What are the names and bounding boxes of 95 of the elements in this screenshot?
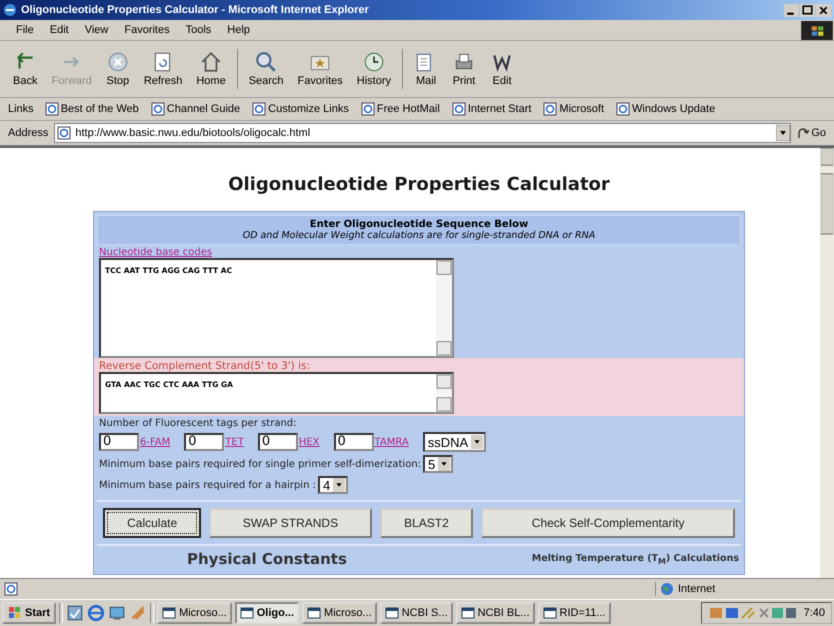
page-icon — [616, 102, 630, 116]
dye-link[interactable]: TET — [225, 436, 244, 448]
toolbar-button[interactable]: Back — [6, 49, 44, 89]
menu-item[interactable]: View — [76, 24, 116, 36]
minimize-icon[interactable] — [784, 4, 799, 16]
menu-item[interactable]: Help — [219, 24, 258, 36]
link-button[interactable]: Windows Update — [611, 102, 720, 116]
form-button[interactable]: Check Self-Complementarity — [481, 508, 735, 538]
tag-count-field[interactable]: 0 — [258, 433, 298, 451]
window-icon — [162, 606, 176, 620]
base-codes-link[interactable]: Nucleotide base codes — [99, 247, 212, 258]
browser-icon[interactable] — [87, 604, 106, 622]
page-icon — [452, 102, 466, 116]
page-title: Oligonucleotide Properties Calculator — [227, 174, 611, 195]
stop-icon — [106, 51, 130, 73]
hairpin-select[interactable]: 4 — [318, 476, 348, 494]
scrollbar-icon — [436, 260, 452, 356]
dye-link[interactable]: HEX — [298, 436, 320, 448]
link-button[interactable]: Channel Guide — [146, 102, 246, 116]
taskbar-button[interactable]: NCBI S... — [380, 602, 453, 624]
windows-logo-icon — [800, 20, 834, 40]
clock: 7:40 — [804, 607, 825, 619]
window-icon — [542, 606, 557, 620]
toolbar-button[interactable]: Favorites — [290, 49, 350, 89]
page-icon — [150, 102, 165, 116]
page-icon — [543, 102, 558, 116]
taskbar-button[interactable]: Microso... — [302, 602, 377, 624]
maximize-icon[interactable] — [800, 4, 815, 16]
toolbar-button[interactable]: Search — [242, 49, 291, 89]
page-scrollbar[interactable] — [820, 148, 834, 578]
physical-constants-heading: Physical Constants — [187, 550, 347, 568]
quick-launch-icon[interactable] — [66, 604, 84, 622]
page-icon — [252, 102, 266, 116]
form-button[interactable]: SWAP STRANDS — [209, 508, 372, 538]
start-button[interactable]: Start — [2, 602, 56, 624]
toolbar-button[interactable]: History — [350, 49, 398, 89]
history-icon — [362, 51, 386, 73]
tag-count-field[interactable]: 0 — [334, 433, 374, 451]
browser-icon — [3, 3, 17, 17]
link-button[interactable]: Microsoft — [538, 102, 610, 116]
toolbar-button[interactable]: Edit — [483, 49, 522, 89]
tag-count-field[interactable]: 0 — [99, 433, 139, 451]
link-button[interactable]: Customize Links — [247, 102, 354, 116]
hairpin-label: Minimum base pairs required for a hairpin : — [99, 480, 316, 490]
tag-count-field[interactable]: 0 — [184, 433, 224, 451]
taskbar-button[interactable]: Oligo... — [234, 602, 300, 624]
menu-item[interactable]: Favorites — [116, 24, 178, 36]
windows-logo-icon — [8, 606, 22, 620]
toolbar-button[interactable]: Home — [189, 49, 233, 89]
toolbar-button[interactable]: Mail — [407, 49, 446, 89]
link-button[interactable]: Best of the Web — [40, 102, 144, 116]
page-icon — [44, 102, 59, 116]
desktop-icon[interactable] — [108, 604, 126, 622]
form-button[interactable]: BLAST2 — [380, 508, 474, 538]
window-icon — [307, 606, 322, 620]
section-heading: Enter Oligonucleotide Sequence Below — [308, 219, 530, 230]
taskbar-button[interactable]: Microso... — [157, 602, 232, 624]
taskbar-button[interactable]: NCBI BL... — [456, 602, 535, 624]
link-button[interactable]: Internet Start — [446, 102, 536, 116]
menu-item[interactable]: Edit — [42, 24, 77, 36]
link-button[interactable]: Free HotMail — [356, 102, 445, 116]
close-icon[interactable] — [816, 4, 831, 16]
globe-icon — [660, 582, 674, 596]
scrollbar-icon — [436, 374, 452, 412]
tags-label: Number of Fluorescent tags per strand: — [99, 418, 298, 429]
zone-label: Internet — [678, 583, 716, 595]
page-icon — [57, 126, 72, 140]
page-icon — [4, 582, 18, 596]
dimerization-select[interactable]: 5 — [423, 455, 454, 473]
reverse-complement-label: Reverse Complement Strand(5' to 3') is: — [99, 360, 312, 372]
form-button[interactable]: Calculate — [103, 508, 202, 538]
address-field[interactable]: http://www.basic.nwu.edu/biotools/oligocalc.html — [54, 123, 792, 143]
toolbar-button[interactable]: Stop — [98, 49, 137, 89]
window-icon — [240, 606, 254, 620]
window-icon — [460, 606, 475, 620]
taskbar-button[interactable]: RID=11... — [538, 602, 610, 624]
go-button[interactable]: Go — [793, 127, 830, 139]
menu-item[interactable]: File — [8, 24, 42, 36]
links-label: Links — [7, 103, 35, 115]
toolbar-button[interactable]: Refresh — [136, 49, 190, 89]
arrow-icon — [797, 127, 810, 139]
strand-type-select[interactable]: ssDNA — [422, 432, 486, 452]
page-icon — [360, 102, 375, 116]
toolbar-button[interactable]: Print — [445, 49, 484, 89]
dimerization-label: Minimum base pairs required for single primer self-dimerization: — [99, 458, 422, 470]
dropdown-arrow-icon[interactable] — [776, 125, 790, 141]
dye-link[interactable]: TAMRA — [374, 436, 409, 448]
window-icon — [384, 606, 399, 620]
dye-link[interactable]: 6-FAM — [140, 436, 170, 448]
melting-temperature-heading: Melting Temperature (T$_{M}$) Calculations — [532, 552, 739, 566]
search-icon — [254, 51, 278, 73]
menu-item[interactable]: Tools — [178, 24, 220, 36]
section-subheading: OD and Molecular Weight calculations are for single-stranded DNA or RNA — [242, 230, 596, 241]
address-label: Address — [7, 127, 50, 139]
window-title: Oligonucleotide Properties Calculator - Microsoft Internet Explorer — [21, 4, 370, 16]
